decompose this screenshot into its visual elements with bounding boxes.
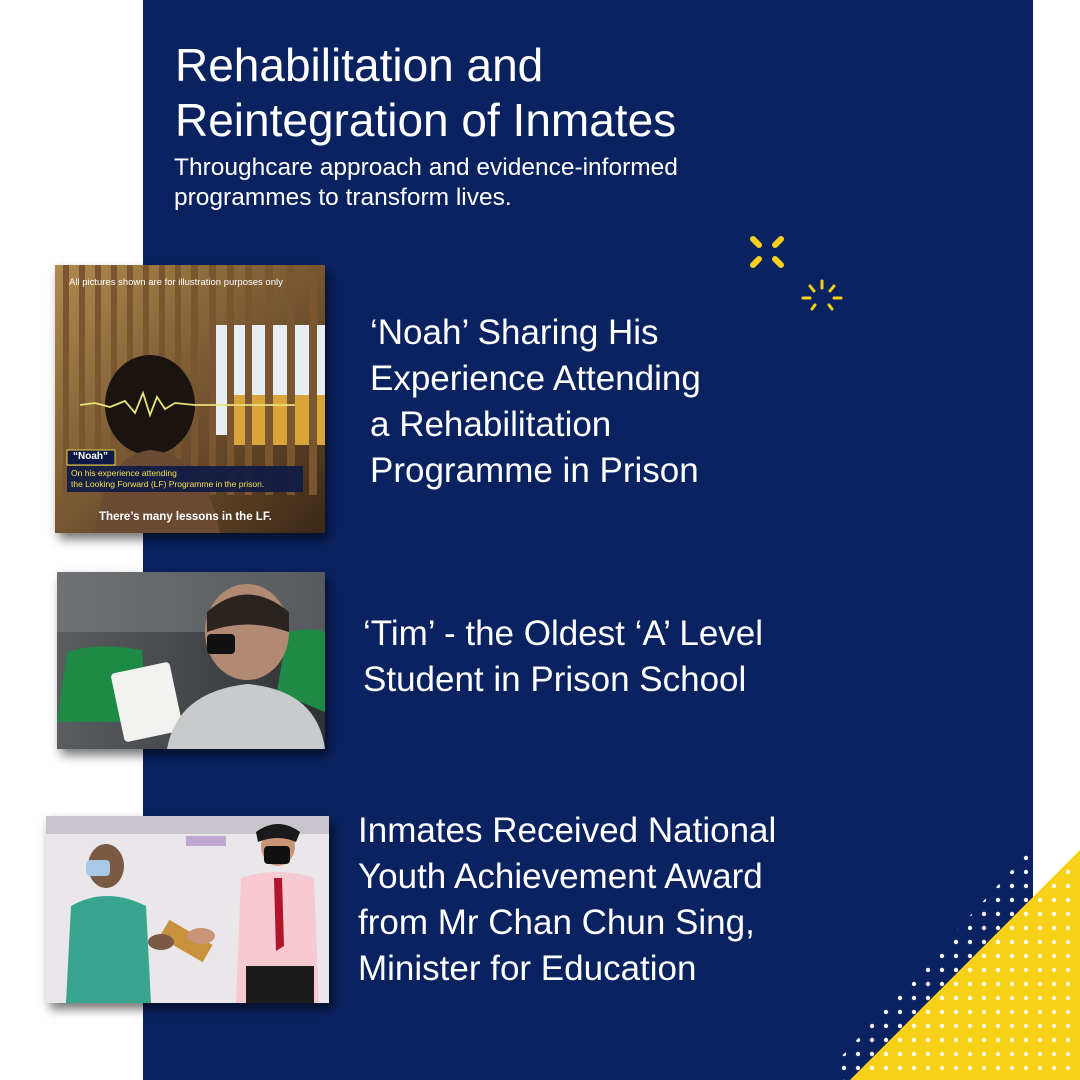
caption-line: On his experience attending	[71, 468, 177, 478]
card-title-line: from Mr Chan Chun Sing,	[358, 903, 755, 942]
card-title-line: Programme in Prison	[370, 451, 699, 490]
card-title-line: Student in Prison School	[363, 660, 747, 699]
page-subtitle-line: Throughcare approach and evidence-inform…	[174, 154, 678, 181]
tim-photo-thumbnail[interactable]	[57, 572, 325, 749]
card-title-line: Minister for Education	[358, 949, 697, 988]
card-title-line: Experience Attending	[370, 359, 701, 398]
yellow-triangle-decoration	[840, 850, 1080, 1080]
video-subtitle: There’s many lessons in the LF.	[99, 511, 272, 523]
card-title[interactable]: Inmates Received National Youth Achievem…	[358, 808, 776, 992]
card-title-line: ‘Tim’ - the Oldest ‘A’ Level	[363, 614, 764, 653]
sparkle-icon	[801, 279, 843, 311]
caption-line: the Looking Forward (LF) Programme in th…	[71, 479, 265, 489]
page-title-line: Rehabilitation and	[175, 39, 544, 91]
page-title-line: Reintegration of Inmates	[175, 94, 677, 146]
card-title-line: Youth Achievement Award	[358, 857, 763, 896]
page-subtitle: Throughcare approach and evidence-inform…	[174, 153, 814, 213]
card-title-line: Inmates Received National	[358, 811, 777, 850]
award-photo-thumbnail[interactable]	[46, 816, 329, 1003]
card-title[interactable]: ‘Noah’ Sharing His Experience Attending …	[370, 310, 701, 494]
card-title-line: a Rehabilitation	[370, 405, 612, 444]
page-title: Rehabilitation and Reintegration of Inma…	[175, 38, 815, 148]
card-title[interactable]: ‘Tim’ - the Oldest ‘A’ Level Student in …	[363, 611, 763, 703]
name-tag: “Noah”	[73, 451, 108, 462]
sparkle-icon	[750, 236, 784, 268]
page-subtitle-line: programmes to transform lives.	[174, 184, 512, 211]
noah-video-thumbnail[interactable]: All pictures shown are for illustration …	[55, 265, 325, 533]
card-title-line: ‘Noah’ Sharing His	[370, 313, 659, 352]
disclaimer-text: All pictures shown are for illustration …	[69, 277, 283, 288]
